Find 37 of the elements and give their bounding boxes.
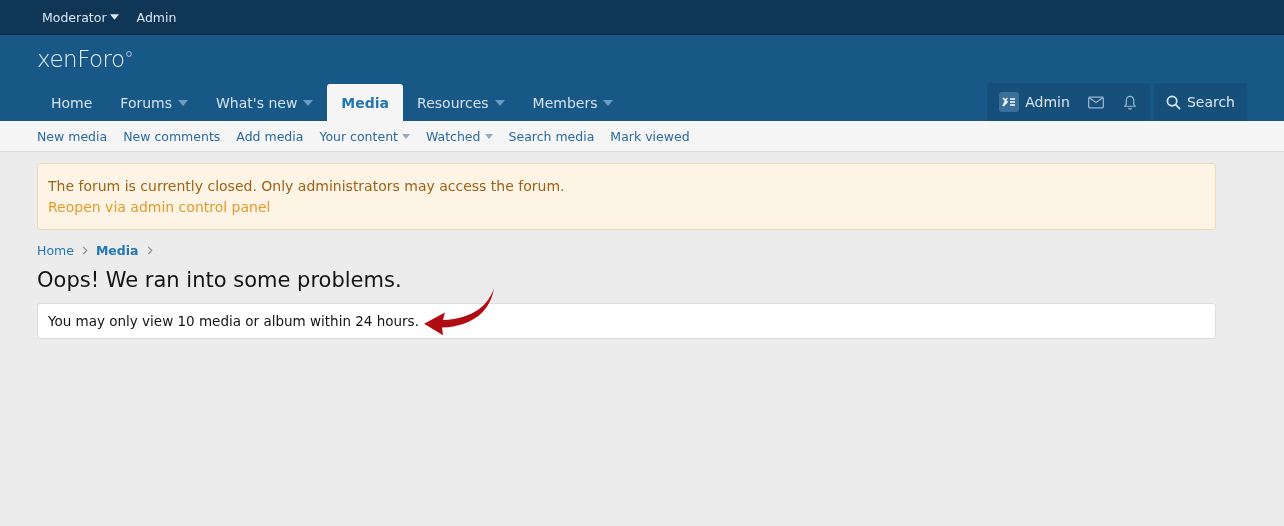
caret-icon bbox=[494, 99, 505, 106]
caret-icon bbox=[303, 99, 314, 106]
chevron-icon bbox=[146, 246, 153, 255]
top-link[interactable]: Moderator bbox=[42, 9, 119, 25]
bell-icon[interactable] bbox=[1121, 94, 1138, 110]
subnav-link[interactable]: Search media bbox=[508, 128, 595, 144]
nav-tab[interactable]: Members bbox=[518, 84, 628, 121]
notice-text: The forum is currently closed. Only administrators may access the forum. bbox=[48, 177, 566, 196]
caret-icon bbox=[178, 99, 189, 106]
caret-icon bbox=[603, 99, 614, 106]
registered-icon bbox=[125, 51, 132, 57]
search-icon bbox=[1165, 94, 1181, 110]
caret-icon bbox=[484, 133, 493, 139]
chevron-icon bbox=[81, 246, 88, 255]
caret-icon bbox=[109, 14, 119, 20]
error-message: You may only view 10 media or album within 24 hours. bbox=[48, 313, 419, 329]
caret-icon bbox=[401, 133, 410, 139]
nav-tab[interactable]: Home bbox=[37, 84, 107, 121]
subnav-link[interactable]: New media bbox=[37, 128, 108, 144]
top-link[interactable]: Admin bbox=[136, 9, 177, 25]
avatar-icon bbox=[999, 92, 1020, 112]
breadcrumb-link[interactable]: Media bbox=[95, 243, 139, 258]
subnav-link[interactable]: Your content bbox=[319, 128, 410, 144]
subnav-link[interactable]: New comments bbox=[123, 128, 221, 144]
account-link[interactable]: Admin bbox=[999, 92, 1070, 112]
breadcrumb-link[interactable]: Home bbox=[37, 243, 74, 258]
page-title: Oops! We ran into some problems. bbox=[37, 268, 403, 292]
subnav-link[interactable]: Watched bbox=[425, 128, 493, 144]
nav-tab[interactable]: Resources bbox=[403, 84, 519, 121]
mail-icon[interactable] bbox=[1087, 94, 1104, 110]
nav-tab[interactable]: Media bbox=[327, 84, 404, 121]
logo[interactable]: xenForo bbox=[37, 46, 125, 72]
search-button[interactable]: Search bbox=[1153, 83, 1247, 121]
nav-tab[interactable]: Forums bbox=[106, 84, 203, 121]
subnav-link[interactable]: Add media bbox=[236, 128, 304, 144]
subnav-link[interactable]: Mark viewed bbox=[610, 128, 690, 144]
nav-tab[interactable]: What's new bbox=[202, 84, 328, 121]
